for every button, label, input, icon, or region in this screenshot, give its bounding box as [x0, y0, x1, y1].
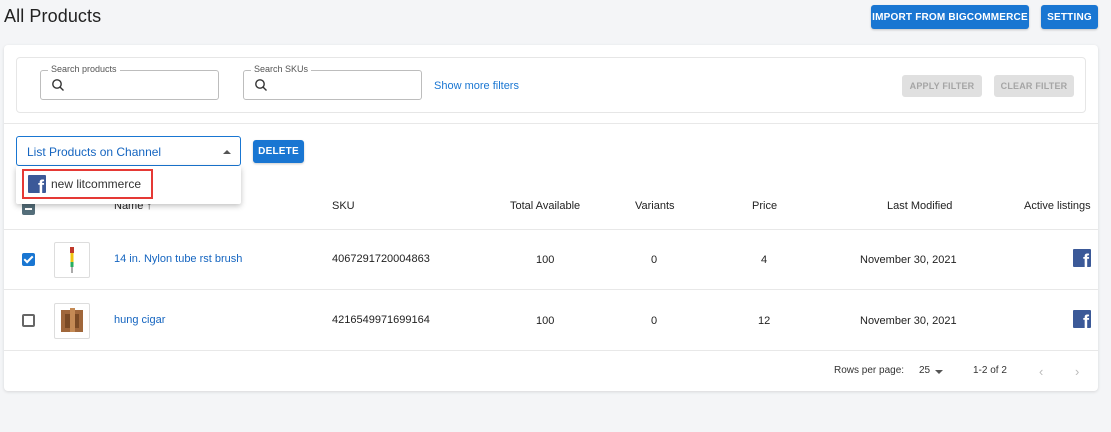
search-skus-input[interactable]: Search SKUs: [243, 64, 422, 100]
facebook-icon[interactable]: f: [1073, 249, 1091, 267]
product-variants: 0: [651, 254, 658, 266]
search-icon: [255, 79, 267, 91]
product-thumbnail: [54, 303, 90, 339]
column-header-sku: SKU: [332, 200, 355, 212]
select-value: List Products on Channel: [27, 145, 162, 159]
product-last-modified: November 30, 2021: [860, 254, 957, 266]
product-variants: 0: [651, 315, 658, 327]
product-total-available: 100: [536, 315, 555, 327]
product-price: 4: [761, 254, 768, 266]
channel-action-select[interactable]: List Products on Channel: [16, 136, 241, 166]
rows-per-page-select[interactable]: 25: [919, 365, 930, 376]
rows-per-page-label: Rows per page:: [834, 365, 905, 376]
product-sku: 4216549971699164: [332, 314, 430, 326]
facebook-icon: f: [28, 175, 46, 193]
dropdown-option-new-litcommerce[interactable]: f new litcommerce: [22, 169, 153, 199]
divider: [4, 229, 1098, 230]
search-icon: [52, 79, 64, 91]
product-name-link[interactable]: hung cigar: [114, 314, 165, 326]
facebook-icon[interactable]: f: [1073, 310, 1091, 328]
divider: [4, 289, 1098, 290]
caret-down-icon[interactable]: [935, 370, 943, 374]
caret-up-icon: [223, 150, 231, 154]
product-price: 12: [758, 315, 771, 327]
search-products-input[interactable]: Search products: [40, 64, 219, 100]
show-more-filters-link[interactable]: Show more filters: [434, 80, 519, 92]
filter-panel: Search products Search SKUs Show more fi…: [16, 57, 1086, 113]
pagination-range: 1-2 of 2: [973, 365, 1007, 376]
column-header-active-listings: Active listings: [1024, 200, 1091, 212]
page-title: All Products: [4, 6, 102, 26]
product-thumbnail: [54, 242, 90, 278]
search-skus-label: Search SKUs: [251, 64, 312, 74]
dropdown-option-label: new litcommerce: [51, 177, 142, 191]
clear-filter-button[interactable]: CLEAR FILTER: [994, 75, 1074, 97]
column-header-price: Price: [752, 200, 778, 212]
import-from-bigcommerce-button[interactable]: IMPORT FROM BIGCOMMERCE: [871, 5, 1029, 29]
setting-button[interactable]: SETTING: [1041, 5, 1098, 29]
search-products-label: Search products: [48, 64, 120, 74]
product-sku: 4067291720004863: [332, 253, 430, 265]
previous-page-icon[interactable]: ‹: [1039, 364, 1043, 379]
product-total-available: 100: [536, 254, 555, 266]
column-header-last-modified: Last Modified: [887, 200, 953, 212]
column-header-variants: Variants: [635, 200, 675, 212]
row-checkbox[interactable]: [22, 253, 35, 266]
divider: [4, 350, 1098, 351]
column-header-total-available: Total Available: [510, 200, 581, 212]
next-page-icon[interactable]: ›: [1075, 364, 1079, 379]
brush-thumbnail-icon: [70, 247, 74, 273]
delete-button[interactable]: DELETE: [253, 140, 304, 163]
row-checkbox[interactable]: [22, 314, 35, 327]
apply-filter-button[interactable]: APPLY FILTER: [902, 75, 982, 97]
channel-dropdown-menu: f new litcommerce: [16, 166, 241, 204]
divider: [4, 123, 1098, 124]
product-name-link[interactable]: 14 in. Nylon tube rst brush: [114, 253, 242, 265]
cigar-thumbnail-icon: [61, 308, 83, 332]
products-card: Search products Search SKUs Show more fi…: [4, 45, 1098, 391]
product-last-modified: November 30, 2021: [860, 315, 957, 327]
